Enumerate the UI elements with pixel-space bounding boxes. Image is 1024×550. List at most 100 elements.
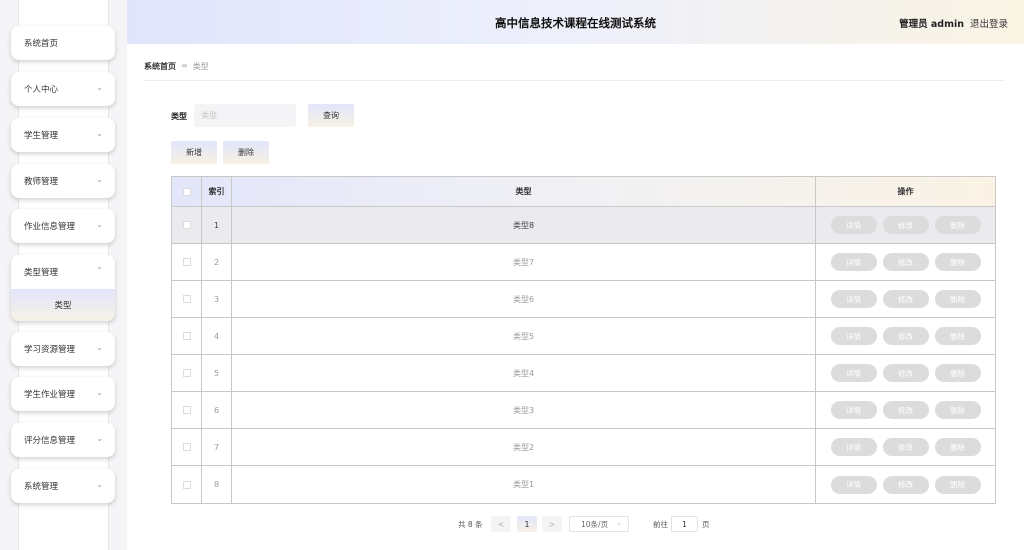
table-row[interactable]: 5 类型4 详情 修改 删除 [172,355,995,392]
edit-button[interactable]: 修改 [882,216,929,234]
detail-button[interactable]: 详情 [830,290,877,308]
table-row[interactable]: 3 类型6 详情 修改 删除 [172,281,995,318]
checkbox-cell [172,318,202,354]
logout-link[interactable]: 退出登录 [970,16,1008,30]
sidebar-item-homework-info[interactable]: 作业信息管理 ⌄ [11,209,115,243]
chevron-down-icon: ⌄ [96,480,103,489]
header-index: 索引 [202,177,232,206]
sidebar-item-student-homework[interactable]: 学生作业管理 ⌄ [11,377,115,411]
sidebar-item-label: 教师管理 [24,177,59,187]
sidebar: 系统首页 个人中心 ⌄ 学生管理 ⌄ 教师管理 ⌄ 作业信息管理 ⌄ 类型管理 … [0,0,124,550]
checkbox-cell [172,281,202,317]
breadcrumb-current: 类型 [192,62,209,71]
page-size-select[interactable]: 10条/页 ⌄ [569,516,629,532]
row-checkbox[interactable] [182,258,191,266]
row-checkbox[interactable] [182,443,191,451]
row-index: 1 [202,207,232,243]
detail-button[interactable]: 详情 [830,253,877,271]
select-all-checkbox[interactable] [182,187,191,196]
batch-delete-button[interactable]: 删除 [223,141,269,164]
delete-button[interactable]: 删除 [934,290,981,308]
header-ops: 操作 [897,187,914,196]
row-checkbox[interactable] [182,480,191,489]
breadcrumb: 系统首页 ≡ 类型 [144,61,209,72]
sidebar-item-personal-center[interactable]: 个人中心 ⌄ [11,72,115,106]
row-index: 5 [202,355,232,391]
row-ops: 详情 修改 删除 [816,466,995,503]
row-type: 类型2 [232,429,816,465]
delete-button[interactable]: 删除 [934,475,981,494]
checkbox-cell [172,244,202,280]
chevron-down-icon: ⌄ [96,434,103,443]
delete-button[interactable]: 删除 [934,327,981,345]
chevron-up-icon: ⌃ [96,266,103,275]
sidebar-item-label: 学生管理 [24,131,59,141]
sidebar-item-label: 学习资源管理 [24,345,76,355]
row-type: 类型5 [232,318,816,354]
detail-button[interactable]: 详情 [830,475,877,494]
type-search-input[interactable] [194,104,296,127]
delete-button[interactable]: 删除 [934,253,981,271]
delete-button[interactable]: 删除 [934,401,981,419]
sidebar-item-learning-resources[interactable]: 学习资源管理 ⌄ [11,332,115,366]
sidebar-subitem-type[interactable]: 类型 [11,289,115,321]
query-button[interactable]: 查询 [308,104,354,127]
detail-button[interactable]: 详情 [830,438,877,456]
user-info: 管理员 admin [899,19,964,30]
delete-button[interactable]: 删除 [934,364,981,382]
chevron-down-icon: ⌄ [96,388,103,397]
table-row[interactable]: 8 类型1 详情 修改 删除 [172,466,995,503]
row-index: 7 [202,429,232,465]
row-ops: 详情 修改 删除 [816,244,995,280]
detail-button[interactable]: 详情 [830,401,877,419]
header-type: 类型 [232,177,816,206]
sidebar-item-label: 系统管理 [24,482,59,492]
edit-button[interactable]: 修改 [882,475,929,494]
detail-button[interactable]: 详情 [830,364,877,382]
main-content: 系统首页 ≡ 类型 类型 查询 新增 删除 索引 类型 操作 1 类型8 详情 … [127,44,1024,550]
prev-page-button[interactable]: < [491,516,511,532]
row-type: 类型1 [232,466,816,503]
row-checkbox[interactable] [182,221,191,229]
row-checkbox[interactable] [182,369,191,377]
table-row[interactable]: 6 类型3 详情 修改 删除 [172,392,995,429]
sidebar-item-system-management[interactable]: 系统管理 ⌄ [11,469,115,503]
chevron-down-icon: ⌄ [96,220,103,229]
table-row[interactable]: 1 类型8 详情 修改 删除 [172,207,995,244]
page-size-value: 10条/页 [581,519,609,529]
next-page-button[interactable]: > [542,516,562,532]
detail-button[interactable]: 详情 [830,327,877,345]
row-type: 类型3 [232,392,816,428]
sidebar-item-home[interactable]: 系统首页 [11,26,115,60]
edit-button[interactable]: 修改 [882,253,929,271]
checkbox-cell [172,429,202,465]
delete-button[interactable]: 删除 [934,438,981,456]
row-checkbox[interactable] [182,332,191,340]
edit-button[interactable]: 修改 [882,290,929,308]
row-ops: 详情 修改 删除 [816,207,995,243]
chevron-down-icon: ⌄ [96,175,103,184]
sidebar-item-student-management[interactable]: 学生管理 ⌄ [11,118,115,152]
row-ops: 详情 修改 删除 [816,429,995,465]
detail-button[interactable]: 详情 [830,216,877,234]
edit-button[interactable]: 修改 [882,364,929,382]
goto-page-input[interactable] [671,516,698,532]
edit-button[interactable]: 修改 [882,401,929,419]
sidebar-item-teacher-management[interactable]: 教师管理 ⌄ [11,164,115,198]
delete-button[interactable]: 删除 [934,216,981,234]
row-ops: 详情 修改 删除 [816,355,995,391]
sidebar-item-grading-info[interactable]: 评分信息管理 ⌄ [11,423,115,457]
search-label: 类型 [171,112,187,121]
sidebar-item-type-management[interactable]: 类型管理 ⌃ [11,255,115,289]
edit-button[interactable]: 修改 [882,438,929,456]
row-checkbox[interactable] [182,406,191,414]
sidebar-subitem-label: 类型 [54,301,72,311]
breadcrumb-home[interactable]: 系统首页 [144,61,176,72]
table-row[interactable]: 7 类型2 详情 修改 删除 [172,429,995,466]
table-row[interactable]: 4 类型5 详情 修改 删除 [172,318,995,355]
table-row[interactable]: 2 类型7 详情 修改 删除 [172,244,995,281]
row-checkbox[interactable] [182,295,191,303]
add-button[interactable]: 新增 [171,141,217,164]
edit-button[interactable]: 修改 [882,327,929,345]
page-number-current[interactable]: 1 [517,516,537,532]
